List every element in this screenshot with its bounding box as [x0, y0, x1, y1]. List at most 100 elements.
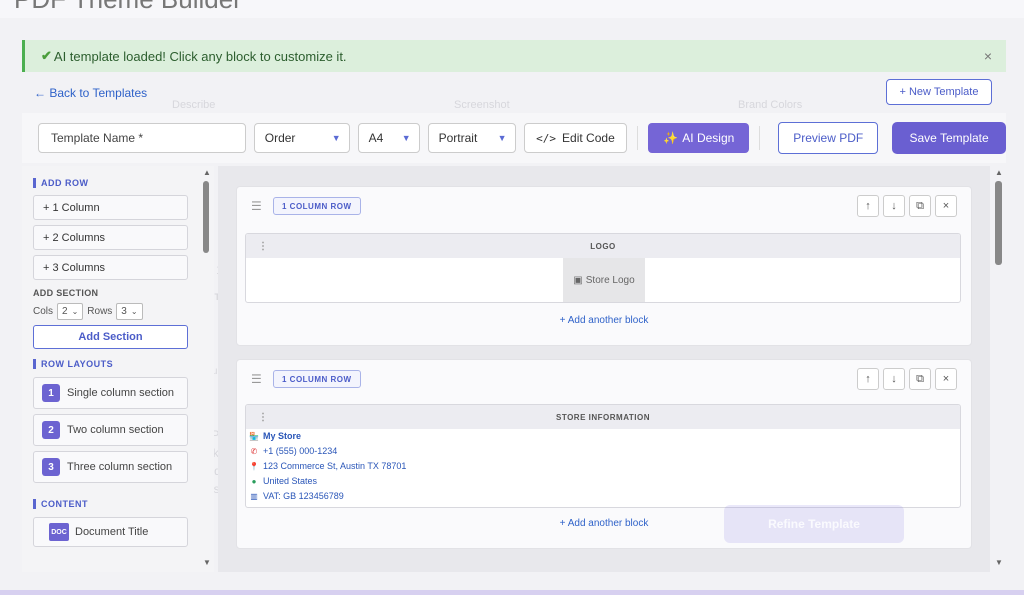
save-template-button[interactable]: Save Template	[892, 122, 1007, 154]
sidebar: ADD ROW + 1 Column + 2 Columns + 3 Colum…	[22, 166, 214, 572]
layout-number-badge: 1	[42, 384, 60, 402]
type-select[interactable]: Order ▼	[253, 123, 350, 153]
chevron-down-icon: ▼	[331, 133, 341, 143]
ghost-tab-brand-colors: Brand Colors	[738, 99, 803, 111]
toolbar-divider	[637, 126, 639, 150]
chart-icon: ▥	[250, 492, 258, 501]
cols-value: 2	[62, 306, 68, 317]
toolbar: Template Name * Order ▼ A4 ▼ Portrait ▼ …	[22, 113, 1007, 163]
ai-design-label: AI Design	[682, 131, 735, 145]
drag-handle-icon[interactable]: ☰	[251, 372, 262, 386]
layout-label: Two column section	[67, 424, 164, 436]
add-3-columns-button[interactable]: + 3 Columns	[33, 255, 188, 280]
scroll-up-icon[interactable]: ▲	[995, 168, 1003, 177]
store-phone: +1 (555) 000-1234	[263, 446, 338, 456]
move-up-icon[interactable]: ↑	[857, 195, 879, 217]
sparkle-icon: ✨	[663, 131, 679, 145]
drag-handle-icon[interactable]: ☰	[251, 199, 262, 213]
layout-three-column[interactable]: 3 Three column section	[33, 451, 188, 483]
rows-select[interactable]: 3 ⌄	[116, 303, 143, 320]
scroll-down-icon[interactable]: ▼	[203, 558, 211, 567]
store-icon: 🏪	[249, 432, 259, 441]
row-type-tag: 1 COLUMN ROW	[273, 197, 361, 215]
app-title: PDF Theme Builder	[14, 0, 242, 15]
row-card[interactable]: ☰ 1 COLUMN ROW ↑ ↓ ⧉ × ⋮ LOGO ▣ Store Lo…	[236, 186, 972, 346]
orientation-value: Portrait	[438, 131, 478, 145]
block-title: LOGO	[590, 241, 616, 251]
store-country: United States	[263, 476, 318, 486]
store-logo-placeholder: ▣ Store Logo	[563, 258, 645, 302]
bottom-bar	[0, 590, 1024, 595]
canvas-scroll-thumb[interactable]	[995, 181, 1002, 265]
delete-row-icon[interactable]: ×	[935, 368, 957, 390]
add-1-column-button[interactable]: + 1 Column	[33, 195, 188, 220]
rows-value: 3	[121, 306, 127, 317]
content-heading: CONTENT	[33, 499, 214, 509]
preview-pdf-button[interactable]: Preview PDF	[778, 122, 879, 154]
phone-icon: ✆	[250, 447, 258, 456]
move-down-icon[interactable]: ↓	[883, 195, 905, 217]
scroll-down-icon[interactable]: ▼	[995, 558, 1003, 567]
store-country-line: ● United States	[249, 474, 406, 489]
store-address: 123 Commerce St, Austin TX 78701	[263, 461, 407, 471]
add-block-link[interactable]: + Add another block	[237, 315, 971, 326]
globe-icon: ●	[251, 477, 257, 486]
block-header: ⋮ STORE INFORMATION	[246, 405, 960, 429]
cols-select[interactable]: 2 ⌄	[57, 303, 84, 320]
duplicate-icon[interactable]: ⧉	[909, 368, 931, 390]
new-template-button[interactable]: + New Template	[886, 79, 992, 105]
alert-message: AI template loaded! Click any block to c…	[53, 48, 347, 64]
block-drag-icon[interactable]: ⋮	[258, 412, 269, 423]
cols-label: Cols	[33, 306, 54, 317]
row-type-tag: 1 COLUMN ROW	[273, 370, 361, 388]
section-grid-controls: Cols 2 ⌄ Rows 3 ⌄	[33, 303, 214, 320]
duplicate-icon[interactable]: ⧉	[909, 195, 931, 217]
move-down-icon[interactable]: ↓	[883, 368, 905, 390]
ghost-tab-screenshot: Screenshot	[454, 99, 510, 111]
add-section-label: ADD SECTION	[33, 288, 99, 298]
code-icon: </>	[536, 131, 557, 145]
alert-close-icon[interactable]: ×	[984, 48, 992, 64]
rows-label: Rows	[87, 306, 113, 317]
ghost-tab-describe: Describe	[172, 99, 216, 111]
delete-row-icon[interactable]: ×	[935, 195, 957, 217]
page-size-value: A4	[368, 131, 384, 145]
block-drag-icon[interactable]: ⋮	[258, 241, 269, 252]
logo-text: Store Logo	[585, 274, 635, 286]
store-address-line: 📍 123 Commerce St, Austin TX 78701	[249, 459, 406, 474]
add-section-button[interactable]: Add Section	[33, 325, 188, 349]
layout-label: Single column section	[67, 387, 175, 399]
store-vat: VAT: GB 123456789	[263, 491, 344, 501]
content-document-title[interactable]: DOC Document Title	[33, 517, 188, 547]
back-to-templates-link[interactable]: ← Back to Templates	[34, 86, 147, 100]
store-info-content: 🏪 My Store ✆ +1 (555) 000-1234 📍 123 Com…	[249, 429, 406, 504]
refine-label: Refine Template	[768, 517, 860, 531]
block-title: STORE INFORMATION	[556, 412, 650, 422]
page-size-select[interactable]: A4 ▼	[357, 123, 420, 153]
sidebar-scroll-thumb[interactable]	[203, 181, 209, 253]
block-header: ⋮ LOGO	[246, 234, 960, 258]
logo-block[interactable]: ⋮ LOGO ▣ Store Logo	[245, 233, 961, 303]
layout-single-column[interactable]: 1 Single column section	[33, 377, 188, 409]
image-icon: ▣	[573, 274, 583, 286]
move-up-icon[interactable]: ↑	[857, 368, 879, 390]
chevron-down-icon: ⌄	[71, 307, 79, 316]
edit-code-label: Edit Code	[562, 131, 615, 145]
ai-design-button[interactable]: ✨ AI Design	[648, 123, 750, 153]
template-name-input[interactable]: Template Name *	[38, 123, 246, 153]
scroll-up-icon[interactable]: ▲	[203, 168, 211, 177]
ghost-refine-template-button: Refine Template	[724, 505, 904, 543]
add-2-columns-button[interactable]: + 2 Columns	[33, 225, 188, 250]
layout-two-column[interactable]: 2 Two column section	[33, 414, 188, 446]
store-information-block[interactable]: ⋮ STORE INFORMATION 🏪 My Store ✆ +1 (555…	[245, 404, 961, 508]
edit-code-button[interactable]: </> Edit Code	[523, 123, 628, 153]
type-select-value: Order	[264, 131, 296, 145]
store-name-line: 🏪 My Store	[249, 429, 406, 444]
store-name: My Store	[263, 431, 302, 441]
store-phone-line: ✆ +1 (555) 000-1234	[249, 444, 406, 459]
chevron-down-icon: ⌄	[130, 307, 138, 316]
orientation-select[interactable]: Portrait ▼	[427, 123, 516, 153]
success-alert: ✔ AI template loaded! Click any block to…	[22, 40, 1006, 72]
add-row-heading: ADD ROW	[33, 178, 214, 188]
location-pin-icon: 📍	[249, 462, 259, 471]
